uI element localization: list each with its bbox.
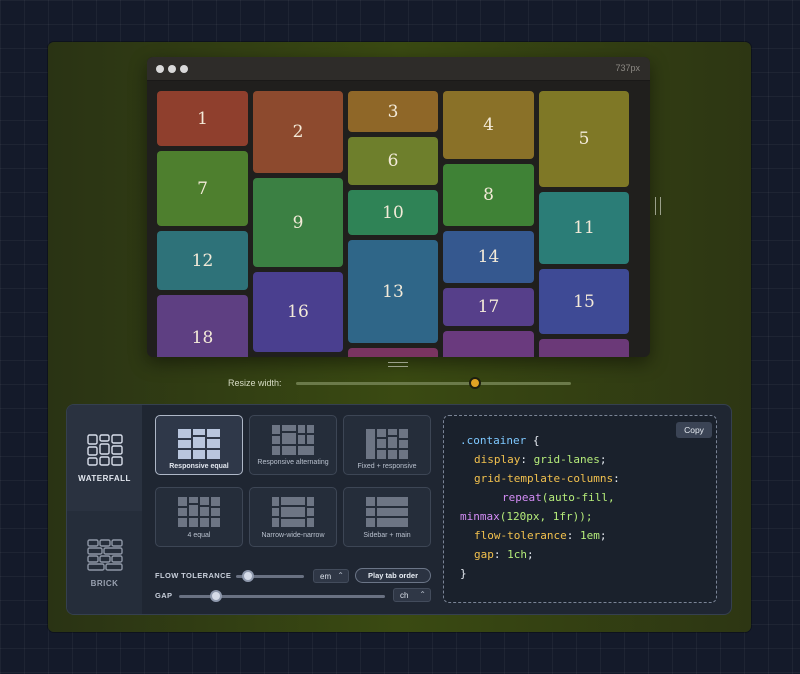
brick-grid-icon	[86, 539, 123, 571]
bottom-resize-handle[interactable]	[388, 362, 408, 367]
chevron-updown-icon: ⌃	[419, 590, 426, 599]
preset-sidebar-main[interactable]: Sidebar + main	[343, 487, 431, 547]
responsive-alternating-icon	[272, 425, 314, 455]
grid-tile: 16	[253, 272, 343, 352]
grid-tile: 5	[539, 91, 629, 187]
code-line-close: }	[460, 567, 467, 580]
code-line-gap: gap: 1ch;	[474, 548, 534, 561]
preset-responsive-alternating[interactable]: Responsive alternating	[249, 415, 337, 475]
gap-unit-select[interactable]: ch ⌃	[393, 588, 431, 602]
code-line-repeat: repeat(auto-fill,	[502, 491, 615, 504]
grid-tile: 15	[539, 269, 629, 334]
resize-width-slider[interactable]	[296, 382, 571, 385]
code-line-selector: .container {	[460, 434, 540, 447]
preset-label: Fixed + responsive	[357, 463, 417, 470]
preset-responsive-equal[interactable]: Responsive equal	[155, 415, 243, 475]
grid-tile: 9	[253, 178, 343, 267]
grid-tile: 2	[253, 91, 343, 173]
flow-tolerance-label: FLOW TOLERANCE	[155, 571, 232, 580]
preset-fixed-responsive[interactable]: Fixed + responsive	[343, 415, 431, 475]
grid-tile: 6	[348, 137, 438, 185]
grid-tile: 13	[348, 240, 438, 343]
play-tab-order-button[interactable]: Play tab order	[355, 568, 431, 583]
tab-brick-label: BRICK	[90, 579, 119, 588]
gap-label: GAP	[155, 591, 173, 600]
grid-tile	[443, 331, 534, 357]
grid-tile: 4	[443, 91, 534, 159]
chevron-updown-icon: ⌃	[337, 571, 344, 580]
window-titlebar: 737px	[147, 57, 650, 81]
resize-width-label: Resize width:	[228, 378, 282, 388]
preset-label: Sidebar + main	[363, 532, 411, 539]
window-dot-icon	[156, 65, 164, 73]
grid-tile	[348, 348, 438, 357]
sidebar-main-icon	[366, 497, 408, 527]
fixed-responsive-icon	[366, 429, 408, 459]
code-line-columns: grid-template-columns:	[474, 472, 620, 485]
preset-label: Narrow-wide-narrow	[261, 532, 325, 539]
four-equal-icon	[178, 497, 220, 527]
tab-waterfall[interactable]: WATERFALL	[67, 405, 142, 511]
grid-tile: 8	[443, 164, 534, 226]
preset-label: 4 equal	[187, 532, 211, 539]
grid-tile: 18	[157, 295, 248, 357]
grid-tile: 17	[443, 288, 534, 326]
grid-tile: 11	[539, 192, 629, 264]
narrow-wide-narrow-icon	[272, 497, 314, 527]
preset-four-equal[interactable]: 4 equal	[155, 487, 243, 547]
window-dot-icon	[180, 65, 188, 73]
grid-tile: 3	[348, 91, 438, 132]
resize-width-slider-thumb[interactable]	[468, 377, 481, 389]
grid-tile	[539, 339, 629, 357]
grid-tile: 14	[443, 231, 534, 283]
flow-unit-select[interactable]: em ⌃	[313, 569, 349, 583]
preset-label: Responsive alternating	[257, 459, 329, 466]
copy-button[interactable]: Copy	[676, 422, 712, 438]
preset-narrow-wide-narrow[interactable]: Narrow-wide-narrow	[249, 487, 337, 547]
flow-unit-value: em	[320, 571, 332, 581]
gap-unit-value: ch	[400, 590, 409, 600]
grid-tile: 7	[157, 151, 248, 226]
preset-label: Responsive equal	[169, 463, 229, 470]
window-dot-icon	[168, 65, 176, 73]
code-line-display: display: grid-lanes;	[474, 453, 607, 466]
width-readout: 737px	[615, 63, 640, 73]
preview-window: 737px 1 2 3 4 5 6 7 8 9 10 11 12 13 14 15 16 17 18	[147, 57, 650, 357]
tab-waterfall-label: WATERFALL	[78, 473, 131, 483]
code-line-minmax: minmax(120px, 1fr));	[460, 510, 593, 523]
tab-brick[interactable]: BRICK	[67, 511, 142, 614]
side-resize-handle[interactable]	[655, 197, 661, 215]
code-line-tolerance: flow-tolerance: 1em;	[474, 529, 607, 542]
responsive-equal-icon	[178, 429, 220, 459]
gap-slider-thumb[interactable]	[210, 590, 223, 602]
grid-tile: 12	[157, 231, 248, 290]
grid-tile: 10	[348, 190, 438, 235]
waterfall-grid-icon	[86, 433, 123, 466]
grid-tile: 1	[157, 91, 248, 146]
masonry-grid: 1 2 3 4 5 6 7 8 9 10 11 12 13 14 15 16 17 18	[147, 81, 650, 357]
